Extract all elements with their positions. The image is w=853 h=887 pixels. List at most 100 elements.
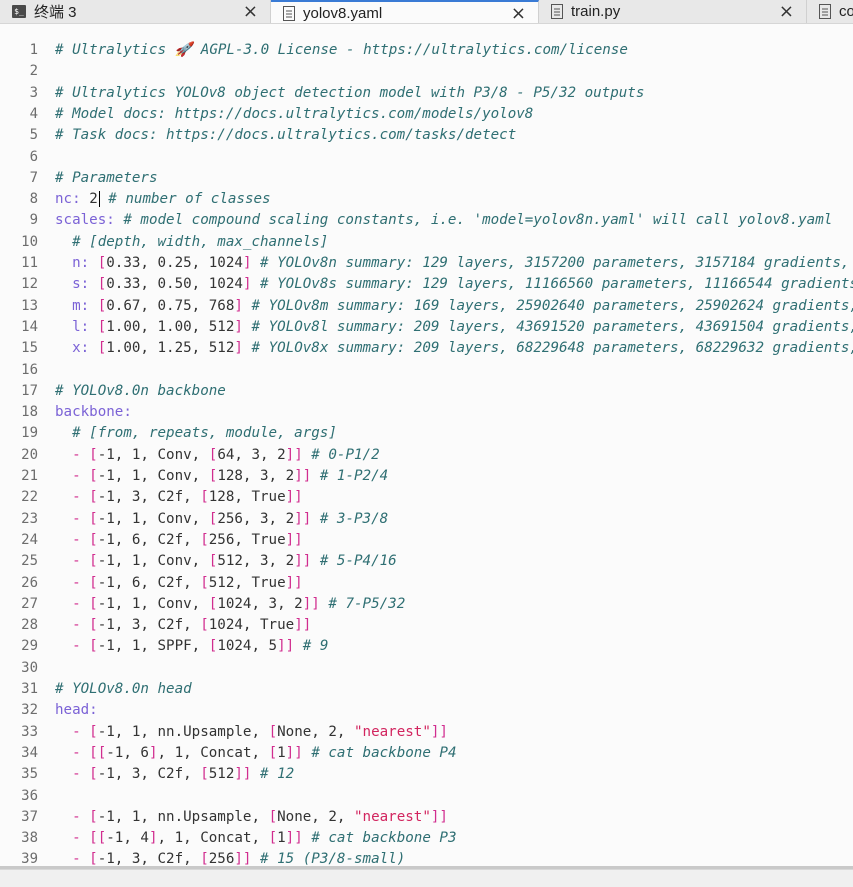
code-token: - — [55, 446, 90, 463]
code-line[interactable]: # Task docs: https://docs.ultralytics.co… — [55, 125, 516, 146]
code-token: 512, True — [208, 574, 286, 591]
code-token: ] — [234, 297, 243, 314]
code-line[interactable]: # Ultralytics 🚀 AGPL-3.0 License - https… — [55, 40, 628, 61]
code-line[interactable]: # YOLOv8.0n head — [55, 679, 192, 700]
tab-terminal-3[interactable]: $_ 终端 3 × — [0, 0, 271, 23]
code-token: [ — [268, 744, 278, 761]
code-token: scales — [55, 212, 107, 229]
code-line[interactable]: # YOLOv8.0n backbone — [55, 381, 226, 402]
code-line[interactable]: - [-1, 6, C2f, [256, True]] — [55, 530, 303, 551]
code-line[interactable]: - [-1, 1, nn.Upsample, [None, 2, "neares… — [55, 722, 448, 743]
code-token: : — [80, 318, 98, 335]
code-token: - — [55, 723, 90, 740]
code-token: # Parameters — [55, 169, 158, 186]
code-token: nc — [55, 191, 73, 208]
code-token: # 7-P5/32 — [328, 595, 406, 612]
code-line[interactable]: scales: # model compound scaling constan… — [55, 210, 832, 231]
code-line[interactable]: - [-1, 1, Conv, [64, 3, 2]] # 0-P1/2 — [55, 445, 380, 466]
code-line[interactable]: - [-1, 1, Conv, [512, 3, 2]] # 5-P4/16 — [55, 551, 397, 572]
code-line[interactable]: head: — [55, 700, 98, 721]
code-token: - — [55, 744, 90, 761]
line-number: 30 — [21, 659, 38, 676]
code-line[interactable]: backbone: — [55, 402, 132, 423]
close-icon[interactable]: × — [243, 1, 258, 22]
code-token: ]] — [285, 531, 303, 548]
code-token: -1, 3, C2f, — [97, 851, 201, 868]
code-token: # 15 (P3/8-small) — [260, 851, 406, 868]
code-line[interactable]: - [[-1, 4], 1, Concat, [1]] # cat backbo… — [55, 828, 456, 849]
code-line[interactable]: m: [0.67, 0.75, 768] # YOLOv8m summary: … — [55, 296, 853, 317]
code-line[interactable]: # Model docs: https://docs.ultralytics.c… — [55, 104, 533, 125]
code-token: -1, 4 — [106, 830, 149, 847]
code-line[interactable]: nc: 2 # number of classes — [55, 189, 271, 210]
status-strip — [0, 869, 853, 887]
line-number: 12 — [21, 276, 38, 293]
code-token: 0.33, 0.50, 1024 — [106, 276, 243, 293]
code-token: [[ — [89, 744, 107, 761]
line-number-gutter: 1 2 3 4 5 6 7 8 9 10 11 12 13 14 15 16 17 18 19 20 21 22 23 24 2… — [0, 24, 44, 869]
code-line[interactable]: n: [0.33, 0.25, 1024] # YOLOv8n summary:… — [55, 253, 853, 274]
code-line[interactable]: - [-1, 1, Conv, [1024, 3, 2]] # 7-P5/32 — [55, 594, 405, 615]
code-token: backbone — [55, 404, 124, 421]
line-number: 26 — [21, 574, 38, 591]
code-token: l — [55, 318, 81, 335]
code-token: -1, 1, Conv, — [97, 468, 209, 484]
code-token: - — [55, 638, 90, 655]
code-token: -1, 3, C2f, — [97, 489, 201, 506]
code-token: - — [55, 766, 90, 783]
code-line[interactable]: l: [1.00, 1.00, 512] # YOLOv8l summary: … — [55, 317, 853, 338]
code-token: # 12 — [260, 766, 295, 783]
code-line[interactable]: # [from, repeats, module, args] — [55, 423, 337, 444]
code-token: [ — [89, 574, 98, 591]
code-line[interactable]: - [-1, 3, C2f, [512]] # 12 — [55, 764, 294, 785]
code-token: - — [55, 510, 90, 527]
line-number: 21 — [21, 468, 38, 484]
close-icon[interactable]: × — [511, 3, 526, 23]
line-number: 34 — [21, 744, 38, 761]
code-token: , 1, Concat, — [157, 830, 269, 847]
tab-co[interactable]: co — [807, 0, 853, 23]
code-line[interactable]: - [-1, 6, C2f, [512, True]] — [55, 573, 303, 594]
code-token: # YOLOv8x summary: 209 layers, 68229648 … — [251, 340, 853, 357]
code-line[interactable]: x: [1.00, 1.25, 512] # YOLOv8x summary: … — [55, 338, 853, 359]
code-line[interactable]: # Ultralytics YOLOv8 object detection mo… — [55, 83, 644, 104]
code-token: [ — [200, 574, 209, 591]
code-token: : — [80, 255, 98, 271]
code-line[interactable]: - [-1, 1, nn.Upsample, [None, 2, "neares… — [55, 807, 448, 828]
code-token: # Ultralytics 🚀 AGPL-3.0 License - https… — [55, 42, 628, 58]
code-token: -1, 1, nn.Upsample, — [97, 808, 269, 825]
code-line[interactable]: - [-1, 1, Conv, [256, 3, 2]] # 3-P3/8 — [55, 509, 388, 530]
code-token: -1, 3, C2f, — [97, 766, 201, 783]
code-token: 256, 3, 2 — [217, 510, 295, 527]
line-number: 13 — [21, 297, 38, 314]
code-line[interactable]: - [-1, 1, Conv, [128, 3, 2]] # 1-P2/4 — [55, 466, 388, 487]
code-line[interactable]: - [-1, 3, C2f, [1024, True]] — [55, 615, 311, 636]
code-line[interactable]: - [[-1, 6], 1, Concat, [1]] # cat backbo… — [55, 743, 456, 764]
tab-label: train.py — [571, 3, 621, 20]
tab-label: yolov8.yaml — [303, 4, 383, 22]
tab-bar: $_ 终端 3 × yolov8.yaml × train.py × co — [0, 0, 853, 24]
tab-yolov8-yaml[interactable]: yolov8.yaml × — [271, 0, 539, 23]
code-token: [ — [268, 808, 278, 825]
close-icon[interactable]: × — [779, 1, 794, 22]
code-token: # 5-P4/16 — [319, 553, 397, 570]
code-token: ]] — [302, 595, 320, 612]
tab-train-py[interactable]: train.py × — [539, 0, 807, 23]
line-number: 6 — [29, 148, 38, 165]
code-area[interactable]: # Ultralytics 🚀 AGPL-3.0 License - https… — [55, 24, 853, 869]
code-token: ]] — [285, 489, 303, 506]
code-token: [ — [89, 446, 98, 463]
code-token: 256, True — [208, 531, 286, 548]
code-editor[interactable]: 1 2 3 4 5 6 7 8 9 10 11 12 13 14 15 16 17 18 19 20 21 22 23 24 2… — [0, 24, 853, 869]
code-line[interactable]: s: [0.33, 0.50, 1024] # YOLOv8s summary:… — [55, 274, 853, 295]
code-line[interactable]: # [depth, width, max_channels] — [55, 232, 328, 253]
code-line[interactable]: - [-1, 3, C2f, [128, True]] — [55, 487, 303, 508]
code-line[interactable]: - [-1, 1, SPPF, [1024, 5]] # 9 — [55, 636, 328, 657]
code-line[interactable]: # Parameters — [55, 168, 158, 189]
code-token: - — [55, 553, 90, 570]
code-token: - — [55, 489, 90, 506]
